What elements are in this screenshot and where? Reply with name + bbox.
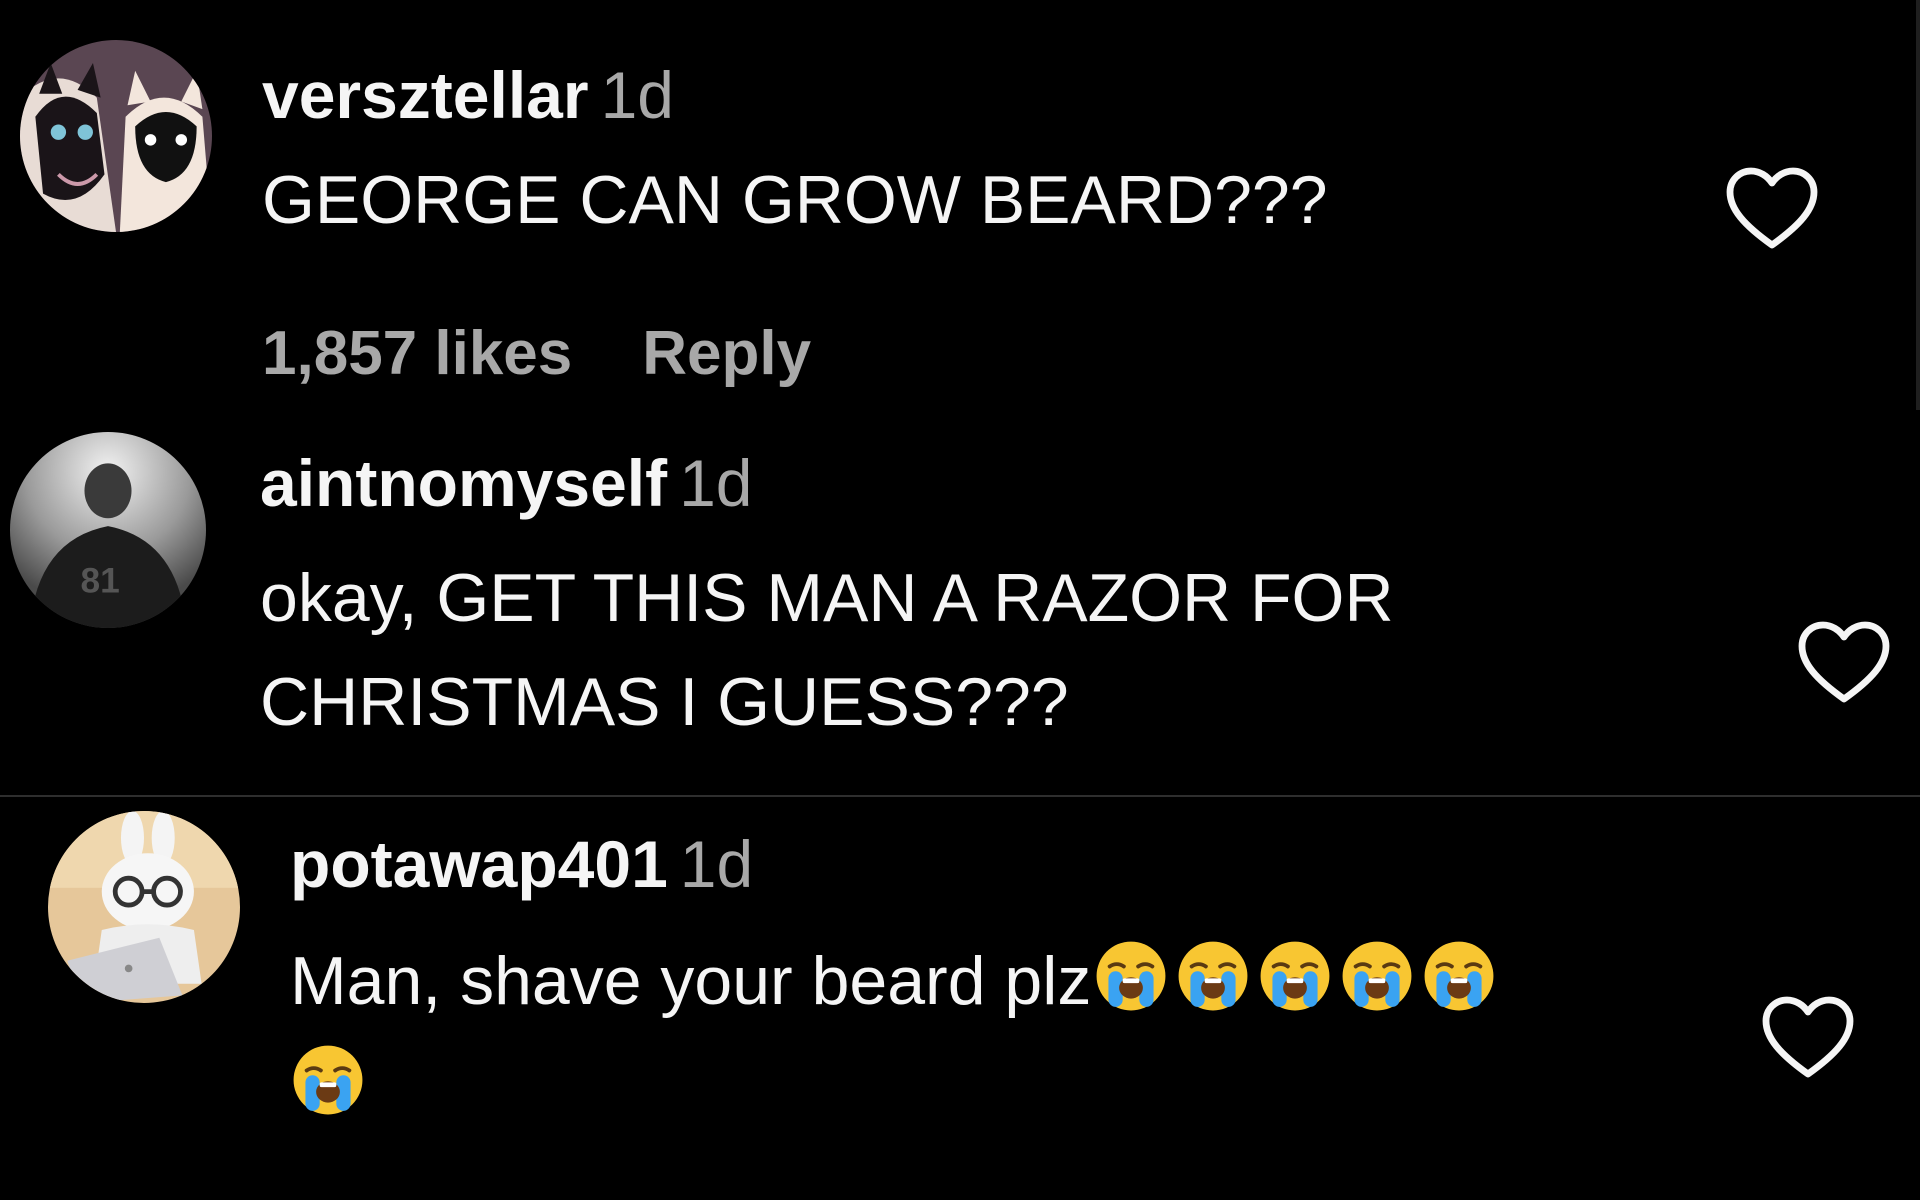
likes-count[interactable]: 1,857 likes: [262, 318, 572, 389]
comment-text-line-1: Man, shave your beard plz: [290, 929, 1497, 1033]
comment-text: Man, shave your beard plz: [290, 929, 1497, 1137]
loudly-crying-face-icon: [290, 1042, 366, 1118]
comment-aintnomyself: 81 aintnomyself 1d okay, GET THIS MAN A R…: [0, 420, 1920, 795]
comment-versztellar: versztellar 1d GEORGE CAN GROW BEARD??? 1…: [0, 0, 1920, 420]
loudly-crying-face-icon: [1093, 938, 1169, 1014]
cats-avatar-icon[interactable]: [20, 40, 212, 232]
comment-text-line: CHRISTMAS I GUESS???: [260, 664, 1069, 740]
username[interactable]: versztellar: [262, 58, 589, 132]
loudly-crying-face-icon: [1421, 938, 1497, 1014]
loudly-crying-face-icon: [1175, 938, 1251, 1014]
heart-outline-icon[interactable]: [1760, 993, 1856, 1083]
comment-text-line: okay, GET THIS MAN A RAZOR FOR: [260, 560, 1394, 636]
loudly-crying-face-icon: [1257, 938, 1333, 1014]
heart-outline-icon[interactable]: [1724, 164, 1820, 254]
comment-header: aintnomyself 1d: [260, 450, 753, 516]
comment-header: potawap401 1d: [290, 831, 753, 897]
jersey-number: 81: [81, 562, 120, 601]
comment-actions: 1,857 likes Reply: [262, 318, 811, 389]
comment-text-line: GEORGE CAN GROW BEARD???: [262, 162, 1328, 238]
loudly-crying-face-icon: [1339, 938, 1415, 1014]
comment-text-line-2: [290, 1033, 1497, 1137]
heart-outline-icon[interactable]: [1796, 618, 1892, 708]
comment-text-line: Man, shave your beard plz: [290, 943, 1092, 1019]
emoji-group: [1093, 938, 1497, 1014]
jersey-81-avatar-icon[interactable]: 81: [10, 432, 206, 628]
timestamp: 1d: [600, 58, 674, 132]
comment-text: GEORGE CAN GROW BEARD???: [262, 148, 1328, 252]
username[interactable]: aintnomyself: [260, 446, 667, 520]
bunny-laptop-avatar-icon[interactable]: [48, 811, 240, 1003]
comment-potawap401: potawap401 1d Man, shave your beard plz: [0, 797, 1920, 1200]
comment-header: versztellar 1d: [262, 62, 674, 128]
comments-screen: versztellar 1d GEORGE CAN GROW BEARD??? 1…: [0, 0, 1920, 1200]
emoji-group: [290, 1042, 366, 1118]
reply-button[interactable]: Reply: [642, 318, 811, 389]
username[interactable]: potawap401: [290, 827, 668, 901]
timestamp: 1d: [679, 827, 754, 901]
comment-text: okay, GET THIS MAN A RAZOR FOR CHRISTMAS…: [260, 546, 1394, 754]
timestamp: 1d: [679, 446, 753, 520]
